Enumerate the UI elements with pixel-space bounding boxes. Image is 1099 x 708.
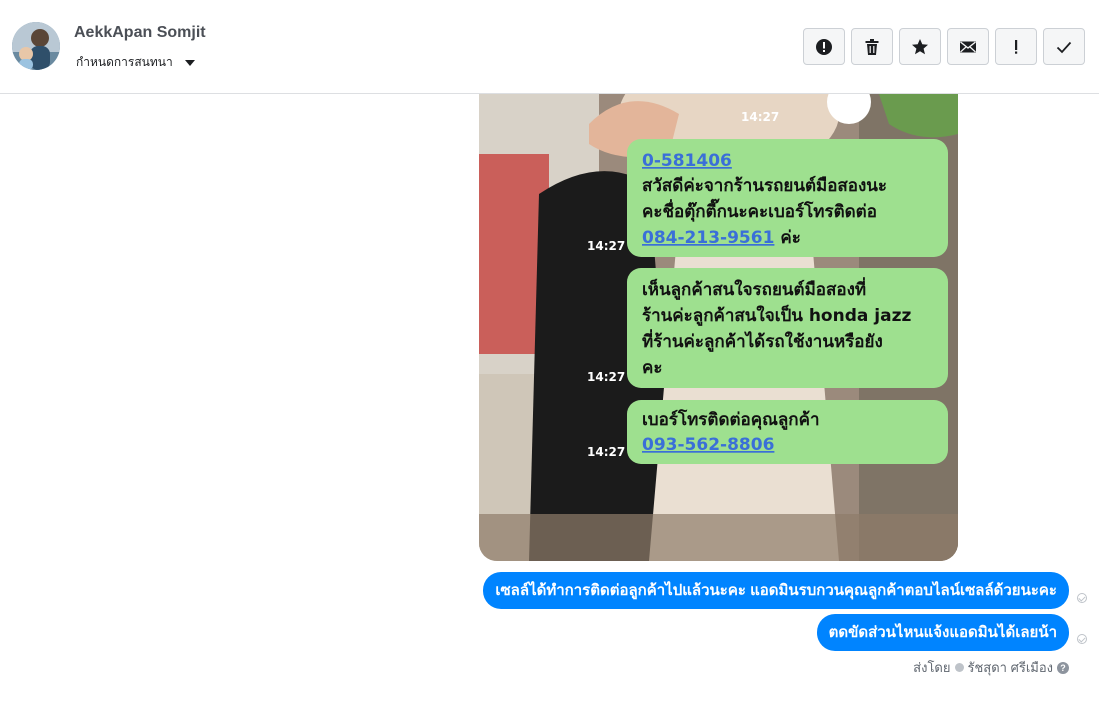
sent-by-label: ส่งโดย	[913, 660, 951, 675]
phone-link: 0-581406	[642, 151, 732, 171]
bubble-text: คะ	[642, 358, 663, 378]
mark-unread-button[interactable]	[947, 28, 989, 65]
bubble-text: คะชื่อตุ๊กตี๊กนะคะเบอร์โทรติดต่อ	[642, 198, 877, 222]
bubble-text: ร้านค่ะลูกค้าสนใจเป็น honda jazz	[642, 303, 911, 327]
sender-name[interactable]: รัชสุดา ศรีเมือง	[968, 657, 1054, 678]
check-icon	[1056, 41, 1072, 53]
sent-by-info: ส่งโดย รัชสุดา ศรีเมือง ?	[913, 657, 1069, 678]
star-button[interactable]	[899, 28, 941, 65]
bubble-text: เห็นลูกค้าสนใจรถยนต์มือสองที่	[642, 277, 866, 301]
assign-conversation-dropdown[interactable]: กำหนดการสนทนา	[76, 53, 195, 72]
avatar-photo	[12, 22, 60, 70]
bubble-text: สวัสดีค่ะจากร้านรถยนต์มือสองนะ	[642, 175, 887, 196]
verified-dot-icon	[954, 663, 964, 672]
bubble-text: ที่ร้านค่ะลูกค้าได้รถใช้งานหรือยัง	[642, 329, 883, 353]
mark-done-button[interactable]	[1043, 28, 1085, 65]
seen-check-icon	[1077, 634, 1087, 644]
exclamation-icon	[1015, 39, 1018, 54]
phone-link: 084-213-9561	[642, 228, 774, 248]
conversation-header: AekkApan Somjit กำหนดการสนทนา	[0, 0, 1099, 94]
seen-check-icon	[1077, 593, 1087, 603]
bubble-text: 084-213-9561 ค่ะ	[642, 228, 801, 248]
alert-circle-icon	[816, 38, 832, 55]
timestamp: 14:27	[587, 445, 625, 459]
bubble-text: เบอร์โทรติดต่อคุณลูกค้า	[642, 409, 820, 431]
timestamp: 14:27	[741, 110, 779, 124]
contact-avatar[interactable]	[12, 22, 60, 70]
trash-icon	[865, 38, 879, 55]
chat-screenshot-image: 14:27 14:27 14:27 14:27 0-581406 สวัสดีค…	[479, 94, 958, 561]
timestamp: 14:27	[587, 239, 625, 253]
image-attachment[interactable]: 14:27 14:27 14:27 14:27 0-581406 สวัสดีค…	[479, 94, 958, 561]
mark-important-button[interactable]	[995, 28, 1037, 65]
phone-link: 093-562-8806	[642, 435, 774, 455]
help-icon[interactable]: ?	[1057, 661, 1069, 674]
conversation-toolbar	[803, 28, 1085, 65]
delete-button[interactable]	[851, 28, 893, 65]
timestamp: 14:27	[587, 370, 625, 384]
assign-label: กำหนดการสนทนา	[76, 55, 173, 69]
bubble-suffix: ค่ะ	[774, 228, 800, 248]
contact-name: AekkApan Somjit	[74, 24, 206, 41]
outgoing-message[interactable]: ตดขัดส่วนไหนแจ้งแอดมินได้เลยน้า	[816, 614, 1069, 651]
star-icon	[912, 38, 928, 54]
outgoing-message[interactable]: เซลล์ได้ทำการติดต่อลูกค้าไปแล้วนะคะ แอดม…	[483, 572, 1069, 609]
envelope-icon	[960, 40, 976, 52]
caret-down-icon	[184, 59, 195, 66]
mark-spam-button[interactable]	[803, 28, 845, 65]
